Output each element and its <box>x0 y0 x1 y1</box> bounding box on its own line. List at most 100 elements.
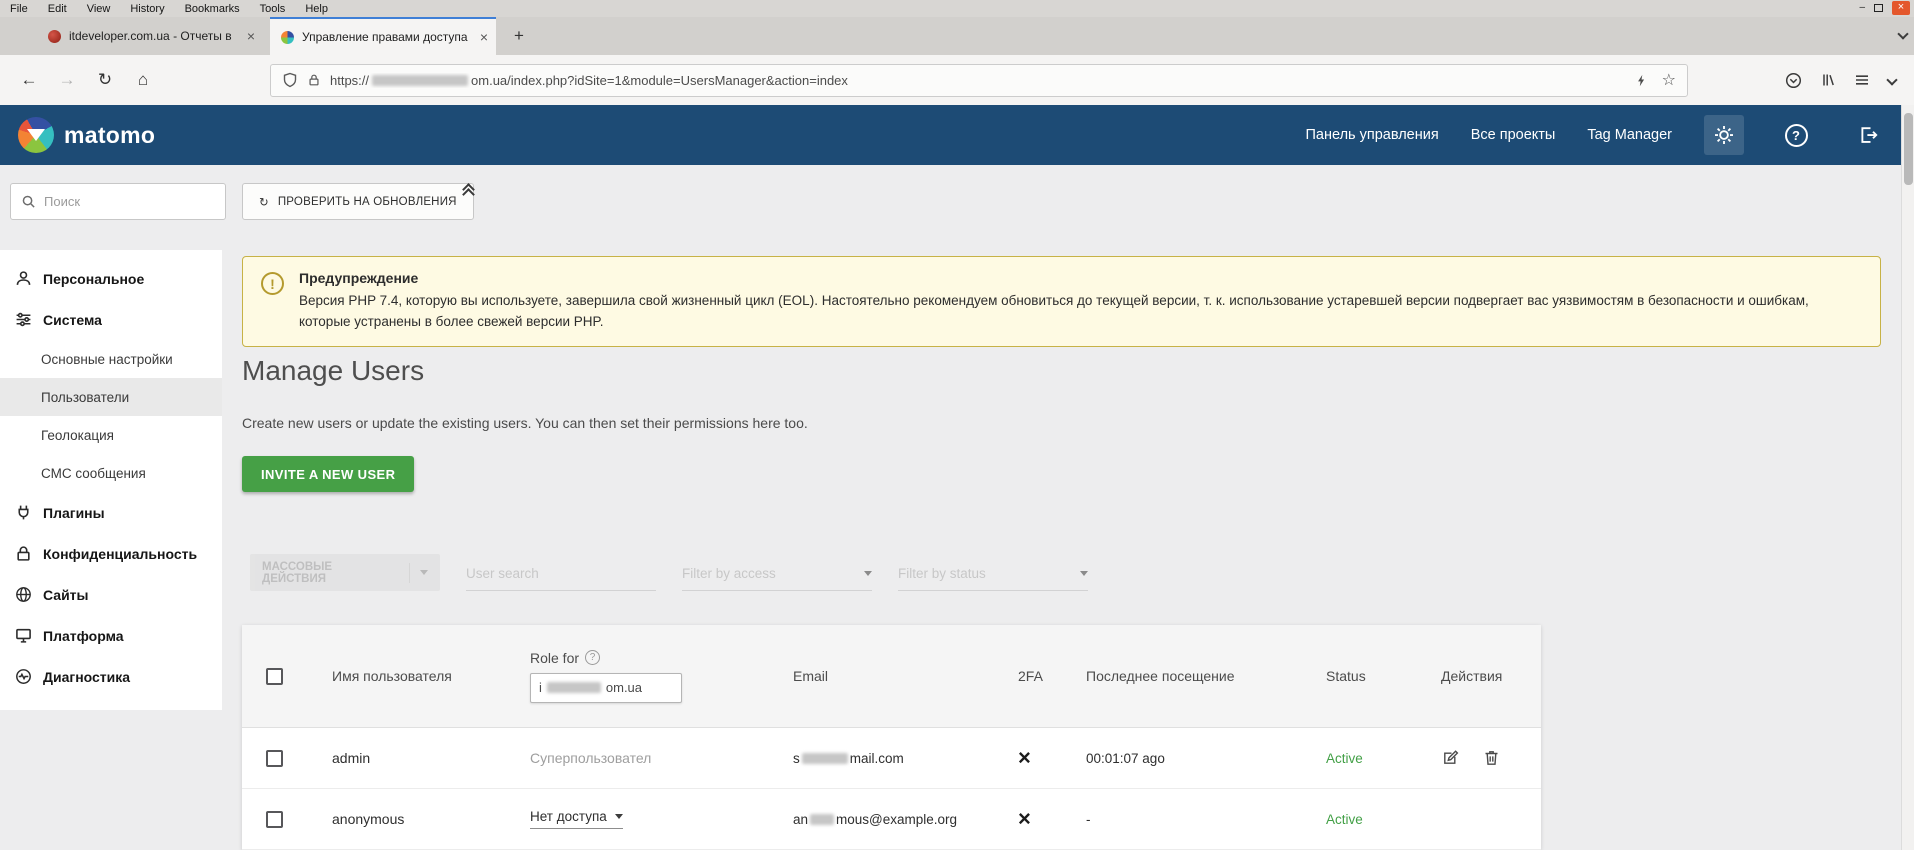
screen: File Edit View History Bookmarks Tools H… <box>0 0 1914 850</box>
list-all-tabs-icon[interactable] <box>1897 28 1908 39</box>
nav-all-sites-link[interactable]: Все проекты <box>1471 127 1556 143</box>
collapse-menu-button[interactable] <box>464 189 473 199</box>
row-checkbox[interactable] <box>266 750 283 767</box>
admin-gear-button[interactable] <box>1704 115 1744 155</box>
help-icon: ? <box>1785 124 1808 147</box>
tab-close-icon[interactable]: × <box>247 29 255 43</box>
filter-by-access-select[interactable]: Filter by access <box>682 566 872 591</box>
save-to-pocket-icon[interactable] <box>1785 72 1802 89</box>
plug-icon <box>15 504 32 521</box>
scrollbar-thumb[interactable] <box>1904 113 1913 185</box>
sidebar-item-websites[interactable]: Сайты <box>0 574 222 615</box>
close-window-button[interactable]: × <box>1892 1 1910 15</box>
hamburger-menu-icon[interactable] <box>1854 72 1870 88</box>
menu-view[interactable]: View <box>87 3 111 15</box>
sidebar-item-general-settings[interactable]: Основные настройки <box>0 340 222 378</box>
new-tab-button[interactable]: + <box>503 17 535 55</box>
menu-bookmarks[interactable]: Bookmarks <box>185 3 240 15</box>
column-header-name: Имя пользователя <box>304 625 502 727</box>
row-checkbox[interactable] <box>266 811 283 828</box>
user-email: s mail.com <box>765 751 990 766</box>
check-updates-button[interactable]: ↻ ПРОВЕРИТЬ НА ОБНОВЛЕНИЯ <box>242 183 474 220</box>
role-site-selector[interactable]: i om.ua <box>530 673 682 703</box>
invite-new-user-button[interactable]: INVITE A NEW USER <box>242 456 414 492</box>
menu-history[interactable]: History <box>130 3 164 15</box>
sidebar-item-plugins[interactable]: Плагины <box>0 492 222 533</box>
user-search-input[interactable] <box>466 566 656 581</box>
filter-status-label: Filter by status <box>898 566 986 581</box>
edit-user-icon[interactable] <box>1441 749 1459 767</box>
user-search-field[interactable] <box>466 566 656 591</box>
home-button[interactable]: ⌂ <box>128 65 158 95</box>
tab-title: itdeveloper.com.ua - Отчеты в <box>69 29 239 43</box>
filter-access-label: Filter by access <box>682 566 776 581</box>
nav-tag-manager-link[interactable]: Tag Manager <box>1587 127 1672 143</box>
redacted-email <box>810 814 834 825</box>
nav-dashboard-link[interactable]: Панель управления <box>1306 127 1439 143</box>
minimize-button[interactable]: – <box>1859 1 1865 15</box>
tracking-shield-icon[interactable] <box>282 72 298 88</box>
menu-file[interactable]: File <box>10 3 28 15</box>
tab-itdeveloper-reports[interactable]: itdeveloper.com.ua - Отчеты в × <box>37 17 263 55</box>
maximize-button[interactable] <box>1874 4 1883 12</box>
browser-tabbar: itdeveloper.com.ua - Отчеты в × Управлен… <box>0 17 1914 55</box>
2fa-disabled-icon: × <box>1018 808 1031 830</box>
search-icon <box>21 194 36 209</box>
help-button[interactable]: ? <box>1776 115 1816 155</box>
back-button[interactable]: ← <box>14 65 44 95</box>
page-actions-bolt-icon[interactable] <box>1635 73 1648 88</box>
redacted-site-name <box>547 682 601 693</box>
matomo-header: matomo Панель управления Все проекты Tag… <box>0 105 1914 165</box>
sidebar-item-label: Диагностика <box>43 669 130 685</box>
bookmark-star-icon[interactable]: ☆ <box>1662 70 1676 90</box>
status-badge: Active <box>1326 812 1363 827</box>
last-seen: - <box>1058 812 1298 827</box>
library-icon[interactable] <box>1820 72 1836 88</box>
site-favicon <box>48 30 61 43</box>
column-header-email: Email <box>765 625 990 727</box>
lock-icon[interactable] <box>307 73 321 87</box>
admin-search[interactable] <box>10 183 226 220</box>
search-input[interactable] <box>44 194 215 209</box>
sidebar-item-diagnostics[interactable]: Диагностика <box>0 656 222 697</box>
chevron-down-icon <box>420 570 428 575</box>
forward-button[interactable]: → <box>52 65 82 95</box>
page-scrollbar[interactable] <box>1901 105 1914 850</box>
user-login: anonymous <box>304 811 502 827</box>
sidebar-item-users[interactable]: Пользователи <box>0 378 222 416</box>
sidebar-item-sms[interactable]: СМС сообщения <box>0 454 222 492</box>
sidebar-item-label: Пользователи <box>41 390 129 405</box>
tab-users-manager[interactable]: Управление правами доступа × <box>270 17 496 55</box>
select-all-checkbox[interactable] <box>266 668 283 685</box>
logout-button[interactable] <box>1848 115 1888 155</box>
chevron-down-icon <box>1080 571 1088 576</box>
toolbar-overflow-chevron-icon[interactable] <box>1886 74 1897 85</box>
sidebar-item-system[interactable]: Система <box>0 299 222 340</box>
sidebar-item-label: Платформа <box>43 628 124 644</box>
menu-edit[interactable]: Edit <box>48 3 67 15</box>
help-tooltip-icon[interactable]: ? <box>585 650 600 665</box>
bulk-actions-button[interactable]: МАССОВЫЕ ДЕЙСТВИЯ <box>250 554 440 591</box>
filter-by-status-select[interactable]: Filter by status <box>898 566 1088 591</box>
sidebar-item-geolocation[interactable]: Геолокация <box>0 416 222 454</box>
warning-icon: ! <box>261 272 284 295</box>
sidebar-item-label: Основные настройки <box>41 352 173 367</box>
tab-close-icon[interactable]: × <box>480 30 488 44</box>
admin-sidebar: Персональное Система Основные настройки … <box>0 250 222 710</box>
matomo-logo-icon <box>18 117 54 153</box>
redacted-email <box>802 753 848 764</box>
url-bar[interactable]: https:// om.ua/index.php?idSite=1&module… <box>270 64 1688 97</box>
brand-name: matomo <box>64 122 155 149</box>
warning-text: Версия PHP 7.4, которую вы используете, … <box>299 291 1862 333</box>
sidebar-item-personal[interactable]: Персональное <box>0 258 222 299</box>
menu-tools[interactable]: Tools <box>260 3 286 15</box>
reload-button[interactable]: ↻ <box>90 65 120 95</box>
table-row-admin: admin Суперпользовател s mail.com × 00:0… <box>242 728 1541 789</box>
sidebar-item-platform[interactable]: Платформа <box>0 615 222 656</box>
menu-help[interactable]: Help <box>305 3 328 15</box>
role-select[interactable]: Нет доступа <box>530 809 623 829</box>
sidebar-item-privacy[interactable]: Конфиденциальность <box>0 533 222 574</box>
user-filters: МАССОВЫЕ ДЕЙСТВИЯ Filter by access Filte… <box>250 554 1088 591</box>
matomo-logo[interactable]: matomo <box>18 117 155 153</box>
delete-user-icon[interactable] <box>1483 749 1500 767</box>
